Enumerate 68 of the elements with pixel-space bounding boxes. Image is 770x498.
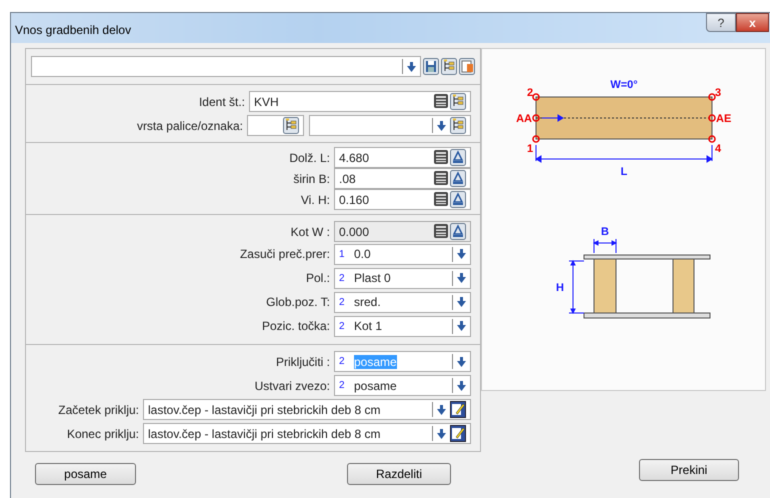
field-label: Konec priklju: [66, 426, 139, 442]
text-field[interactable]: 4.680 [334, 147, 471, 168]
split-button[interactable]: Razdeliti [347, 463, 451, 485]
edit-icon[interactable] [450, 401, 466, 418]
dimension-label: H [556, 282, 564, 294]
calculator-icon[interactable] [433, 170, 449, 186]
dropdown-arrow-icon[interactable] [457, 380, 466, 390]
window-title: Vnos gradbenih delov [15, 22, 132, 39]
tree-icon[interactable] [450, 93, 466, 110]
dropdown-arrow-icon[interactable] [407, 62, 416, 72]
field-label: Glob.poz. T: [266, 294, 330, 311]
combo-box[interactable]: lastov.čep - lastavičji pri stebrickih deb 8 cm [143, 423, 471, 444]
field-label: Pol.: [306, 270, 330, 287]
dimension-label: L [620, 166, 627, 178]
text-field[interactable]: .08 [334, 168, 471, 189]
tree-icon[interactable] [450, 117, 466, 134]
dropdown-arrow-icon[interactable] [457, 273, 466, 283]
text-field[interactable]: KVH [249, 91, 471, 112]
dropdown-arrow-icon[interactable] [457, 297, 466, 307]
combo-box[interactable]: 1 0.0 [334, 244, 471, 264]
tree-icon[interactable] [441, 58, 457, 75]
dimension-label: B [600, 226, 608, 238]
text-field[interactable]: 0.160 [334, 189, 471, 210]
corner-label: 2 [526, 87, 533, 99]
combo-box[interactable]: 2 Kot 1 [334, 316, 471, 336]
dropdown-arrow-icon[interactable] [457, 249, 466, 259]
angle-label: W=0° [610, 79, 638, 91]
calculator-icon[interactable] [433, 93, 449, 109]
combo-box[interactable]: 2 Plast 0 [334, 268, 471, 288]
field-label: Vi. H: [300, 192, 330, 208]
field-label: Ident št.: [198, 94, 245, 110]
save-icon[interactable] [423, 58, 439, 75]
field-label: Ustvari zvezo: [254, 378, 330, 394]
posame-button[interactable]: posame [35, 463, 136, 485]
axis-label: AA [516, 113, 532, 125]
combo-box[interactable]: 2 sred. [334, 292, 471, 312]
cancel-button[interactable]: Prekini [639, 459, 739, 481]
dropdown-arrow-icon[interactable] [437, 120, 446, 130]
measure-icon[interactable] [450, 191, 466, 208]
field-label: Kot W : [290, 224, 330, 240]
dropdown-arrow-icon[interactable] [457, 321, 466, 331]
field-label: vrsta palice/oznaka: [136, 118, 243, 134]
edit-icon[interactable] [450, 425, 466, 442]
field-label: Zasuči preč.prer: [240, 246, 330, 263]
combo-box[interactable]: 2 posame [334, 351, 471, 372]
measure-icon[interactable] [450, 149, 466, 166]
export-icon[interactable] [459, 58, 475, 75]
dropdown-arrow-icon[interactable] [457, 356, 466, 366]
calculator-icon[interactable] [433, 149, 449, 165]
field-label: Dolž. L: [289, 150, 330, 166]
measure-icon[interactable] [450, 170, 466, 187]
field-label: Začetek priklju: [58, 402, 139, 418]
dropdown-arrow-icon[interactable] [437, 428, 446, 438]
field-label: Pozic. točka: [262, 318, 330, 335]
combo-box[interactable]: 2 posame [334, 375, 471, 396]
combo-box[interactable]: lastov.čep - lastavičji pri stebrickih deb 8 cm [143, 399, 471, 420]
combo-box[interactable] [309, 115, 471, 136]
field-label: širin B: [293, 170, 330, 188]
corner-label: 1 [526, 143, 533, 155]
help-button[interactable]: ? [706, 13, 736, 32]
dropdown-arrow-icon[interactable] [437, 404, 446, 414]
corner-label: 4 [714, 143, 721, 155]
tree-icon[interactable] [283, 117, 299, 134]
corner-label: 3 [714, 87, 721, 99]
axis-label: AE [716, 113, 731, 125]
calculator-icon[interactable] [433, 191, 449, 207]
field-label: Priključiti : [276, 354, 330, 370]
text-field[interactable] [247, 115, 304, 136]
